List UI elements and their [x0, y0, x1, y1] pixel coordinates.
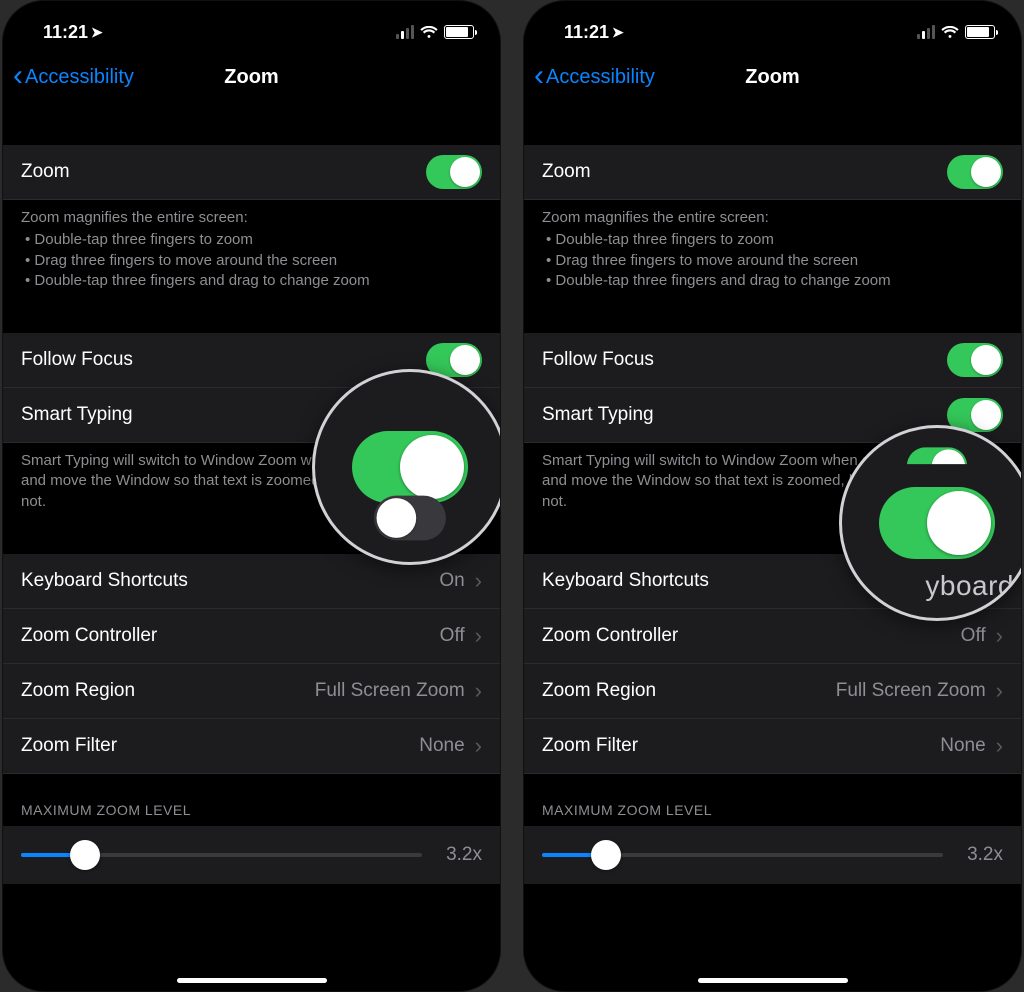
back-button[interactable]: ‹ Accessibility: [524, 64, 655, 91]
chevron-left-icon: ‹: [534, 61, 544, 91]
status-bar: 11:21 ➤: [524, 1, 1021, 49]
zoom-region-row[interactable]: Zoom Region Full Screen Zoom ›: [524, 664, 1021, 719]
settings-content: Zoom Zoom magnifies the entire screen: D…: [3, 105, 500, 884]
status-time: 11:21: [43, 22, 88, 43]
max-zoom-value: 3.2x: [438, 844, 482, 866]
magnified-text-fragment: yboard: [925, 570, 1014, 602]
chevron-right-icon: ›: [996, 733, 1003, 759]
nav-bar: ‹ Accessibility Zoom: [524, 49, 1021, 105]
max-zoom-slider-row: 3.2x: [524, 826, 1021, 884]
back-button[interactable]: ‹ Accessibility: [3, 64, 134, 91]
home-indicator[interactable]: [698, 978, 848, 983]
max-zoom-value: 3.2x: [959, 844, 1003, 866]
follow-focus-label: Follow Focus: [21, 349, 426, 371]
magnifier-smart-typing: yboard: [839, 425, 1022, 621]
battery-icon: [444, 25, 474, 39]
chevron-right-icon: ›: [996, 623, 1003, 649]
smart-typing-label: Smart Typing: [542, 404, 947, 426]
max-zoom-header: MAXIMUM ZOOM LEVEL: [524, 774, 1021, 826]
zoom-description: Zoom magnifies the entire screen: Double…: [3, 200, 500, 293]
battery-icon: [965, 25, 995, 39]
wifi-icon: [420, 26, 438, 39]
follow-focus-row[interactable]: Follow Focus: [524, 333, 1021, 388]
zoom-description: Zoom magnifies the entire screen: Double…: [524, 200, 1021, 293]
zoom-filter-row[interactable]: Zoom Filter None ›: [524, 719, 1021, 774]
zoom-label: Zoom: [21, 161, 426, 183]
wifi-icon: [941, 26, 959, 39]
magnified-switch-on-peek: [907, 447, 967, 484]
zoom-label: Zoom: [542, 161, 947, 183]
magnified-switch-off-peek: [374, 496, 446, 541]
chevron-left-icon: ‹: [13, 61, 23, 91]
cellular-signal-icon: [396, 25, 414, 39]
chevron-right-icon: ›: [475, 678, 482, 704]
zoom-controller-row[interactable]: Zoom Controller Off ›: [3, 609, 500, 664]
zoom-region-row[interactable]: Zoom Region Full Screen Zoom ›: [3, 664, 500, 719]
max-zoom-header: MAXIMUM ZOOM LEVEL: [3, 774, 500, 826]
zoom-switch[interactable]: [426, 155, 482, 189]
settings-content: Zoom Zoom magnifies the entire screen: D…: [524, 105, 1021, 884]
chevron-right-icon: ›: [475, 568, 482, 594]
chevron-right-icon: ›: [475, 733, 482, 759]
max-zoom-slider[interactable]: [542, 853, 943, 857]
back-label: Accessibility: [25, 66, 134, 89]
chevron-right-icon: ›: [475, 623, 482, 649]
zoom-toggle-row[interactable]: Zoom: [524, 145, 1021, 200]
status-bar: 11:21 ➤: [3, 1, 500, 49]
cellular-signal-icon: [917, 25, 935, 39]
max-zoom-slider-row: 3.2x: [3, 826, 500, 884]
status-time: 11:21: [564, 22, 609, 43]
follow-focus-switch[interactable]: [947, 343, 1003, 377]
phone-right: 11:21 ➤ ‹ Accessibility Zoom Zoom Zoom m…: [523, 0, 1022, 992]
phone-left: 11:21 ➤ ‹ Accessibility Zoom Zoom Zoom m…: [2, 0, 501, 992]
zoom-filter-row[interactable]: Zoom Filter None ›: [3, 719, 500, 774]
nav-bar: ‹ Accessibility Zoom: [3, 49, 500, 105]
zoom-toggle-row[interactable]: Zoom: [3, 145, 500, 200]
magnifier-follow-focus: [312, 369, 501, 565]
back-label: Accessibility: [546, 66, 655, 89]
home-indicator[interactable]: [177, 978, 327, 983]
magnified-switch-on: [879, 487, 995, 559]
max-zoom-slider[interactable]: [21, 853, 422, 857]
location-icon: ➤: [91, 24, 103, 41]
follow-focus-label: Follow Focus: [542, 349, 947, 371]
zoom-switch[interactable]: [947, 155, 1003, 189]
location-icon: ➤: [612, 24, 624, 41]
chevron-right-icon: ›: [996, 678, 1003, 704]
